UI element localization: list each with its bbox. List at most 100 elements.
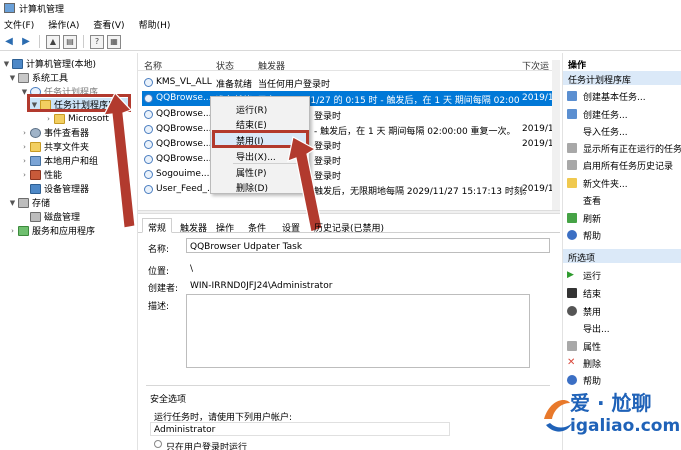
up-folder-icon[interactable]: ▲ bbox=[46, 34, 60, 49]
show-hide-tree-icon[interactable]: ▤ bbox=[63, 34, 77, 49]
action-new-folder[interactable]: 新文件夹... bbox=[567, 176, 628, 190]
context-menu-delete[interactable]: 删除(D) bbox=[211, 179, 309, 194]
tree-item-computer-management[interactable]: ▼ 计算机管理(本地) bbox=[2, 57, 96, 70]
forward-arrow-icon[interactable]: ▶ bbox=[19, 35, 33, 49]
tree-label: 磁盘管理 bbox=[44, 213, 81, 223]
column-next-run[interactable]: 下次运 bbox=[522, 59, 549, 72]
tree-label: 计算机管理(本地) bbox=[26, 60, 97, 70]
tab-triggers[interactable]: 触发器 bbox=[174, 218, 213, 234]
task-row[interactable]: QQBrowse... 登录时 bbox=[142, 152, 558, 167]
running-tasks-icon bbox=[567, 143, 577, 153]
actions-section-library[interactable]: 任务计划程序库 bbox=[563, 71, 681, 86]
context-menu-end[interactable]: 结束(E) bbox=[211, 116, 309, 131]
context-menu-export[interactable]: 导出(X)... bbox=[211, 148, 309, 163]
action-view[interactable]: 查看 bbox=[567, 193, 601, 207]
action-label: 创建基本任务... bbox=[583, 92, 646, 103]
back-arrow-icon[interactable]: ◀ bbox=[2, 35, 16, 49]
tab-general[interactable]: 常规 bbox=[142, 218, 173, 234]
action-properties[interactable]: 属性 bbox=[567, 339, 601, 353]
clock-icon bbox=[144, 78, 153, 87]
task-row[interactable]: QQBrowse... - 触发后，在 1 天 期间每隔 02:00:00 重复… bbox=[142, 122, 558, 137]
task-name: QQBrowse... bbox=[156, 124, 212, 134]
chevron-right-icon[interactable]: › bbox=[20, 143, 29, 151]
action-delete[interactable]: ✕ 删除 bbox=[567, 356, 601, 370]
action-import-task[interactable]: 导入任务... bbox=[567, 124, 628, 138]
action-label: 启用所有任务历史记录 bbox=[583, 161, 674, 172]
action-refresh[interactable]: 刷新 bbox=[567, 211, 601, 225]
tree-item-storage[interactable]: ▼ 存储 bbox=[8, 196, 50, 209]
action-label: 运行 bbox=[583, 271, 602, 282]
column-name[interactable]: 名称 bbox=[144, 59, 162, 72]
chevron-right-icon[interactable]: › bbox=[44, 115, 53, 123]
action-run[interactable]: ▶ 运行 bbox=[567, 268, 601, 282]
task-row[interactable]: Sogouime... 登录时 bbox=[142, 167, 558, 182]
context-menu-run[interactable]: 运行(R) bbox=[211, 101, 309, 116]
task-row[interactable]: QQBrowse... 登录时 2019/11 bbox=[142, 137, 558, 152]
task-trigger: 触发后，无限期地每隔 2029/11/27 15:17:13 时刻。 bbox=[314, 187, 532, 197]
clock-icon bbox=[144, 155, 153, 164]
help-icon[interactable]: ? bbox=[90, 34, 104, 49]
action-enable-history[interactable]: 启用所有任务历史记录 bbox=[567, 158, 673, 172]
help-icon bbox=[567, 230, 577, 240]
context-menu-properties[interactable]: 属性(P) bbox=[211, 164, 309, 179]
shared-folder-icon bbox=[30, 141, 41, 152]
task-row[interactable]: QQBrowse... 登录时 bbox=[142, 107, 558, 122]
action-disable[interactable]: 禁用 bbox=[567, 304, 601, 318]
chevron-down-icon[interactable]: ▼ bbox=[8, 199, 17, 207]
action-label: 显示所有正在运行的任务 bbox=[583, 144, 681, 155]
author-value: WIN-IRRND0JFJ24\Administrator bbox=[190, 281, 333, 291]
tree-label: 共享文件夹 bbox=[44, 143, 90, 153]
chevron-down-icon[interactable]: ▼ bbox=[2, 60, 11, 68]
description-field[interactable] bbox=[186, 294, 530, 368]
chevron-right-icon[interactable]: › bbox=[8, 227, 17, 235]
help-icon bbox=[567, 375, 577, 385]
radio-logged-on[interactable] bbox=[154, 440, 162, 448]
window-title: 计算机管理 bbox=[19, 4, 65, 15]
clock-icon bbox=[144, 185, 153, 194]
clock-icon bbox=[144, 170, 153, 179]
tree-item-event-viewer[interactable]: › 事件查看器 bbox=[20, 126, 89, 139]
chevron-right-icon[interactable]: › bbox=[20, 171, 29, 179]
tree-item-performance[interactable]: › 性能 bbox=[20, 168, 62, 181]
tree-item-device-manager[interactable]: 设备管理器 bbox=[29, 182, 89, 195]
tree-item-local-users[interactable]: › 本地用户和组 bbox=[20, 154, 98, 167]
chevron-down-icon[interactable]: ▼ bbox=[8, 74, 17, 82]
menu-help[interactable]: 帮助(H) bbox=[139, 18, 171, 31]
action-create-basic-task[interactable]: 创建基本任务... bbox=[567, 89, 646, 103]
tab-history[interactable]: 历史记录(已禁用) bbox=[308, 218, 390, 234]
tab-conditions[interactable]: 条件 bbox=[242, 218, 272, 234]
task-row-selected[interactable]: QQBrowse... 准备就绪 已在 2019/11/27 的 0:15 时 … bbox=[142, 91, 558, 106]
tab-settings[interactable]: 设置 bbox=[276, 218, 306, 234]
task-row[interactable]: KMS_VL_ALL 准备就绪 当任何用户登录时 bbox=[142, 75, 558, 90]
properties-icon[interactable]: ▦ bbox=[107, 34, 121, 49]
security-options-title: 安全选项 bbox=[150, 395, 187, 405]
menu-view[interactable]: 查看(V) bbox=[93, 18, 124, 31]
export-icon bbox=[567, 323, 577, 333]
chevron-right-icon[interactable]: › bbox=[20, 157, 29, 165]
column-trigger[interactable]: 触发器 bbox=[258, 59, 285, 72]
tree-label: Microsoft bbox=[68, 113, 109, 124]
toolbar-divider bbox=[39, 35, 40, 48]
tree-item-shared-folders[interactable]: › 共享文件夹 bbox=[20, 140, 89, 153]
tree-item-microsoft[interactable]: › Microsoft bbox=[44, 112, 109, 125]
task-list-scrollbar[interactable] bbox=[552, 60, 560, 210]
action-create-task[interactable]: 创建任务... bbox=[567, 107, 628, 121]
tree-item-services-apps[interactable]: › 服务和应用程序 bbox=[8, 224, 95, 237]
actions-section-selected[interactable]: 所选项 bbox=[563, 249, 681, 264]
tree-item-disk-management[interactable]: 磁盘管理 bbox=[29, 210, 80, 223]
chevron-right-icon[interactable]: › bbox=[20, 129, 29, 137]
action-label: 刷新 bbox=[583, 214, 602, 225]
pane-splitter[interactable] bbox=[138, 210, 560, 214]
stop-icon bbox=[567, 288, 577, 298]
task-row[interactable]: User_Feed_... 触发后，无限期地每隔 2029/11/27 15:1… bbox=[142, 182, 558, 197]
action-end[interactable]: 结束 bbox=[567, 286, 601, 300]
action-help-library[interactable]: 帮助 bbox=[567, 228, 601, 242]
action-label: 禁用 bbox=[583, 307, 602, 318]
column-status[interactable]: 状态 bbox=[216, 59, 234, 72]
tab-actions[interactable]: 操作 bbox=[210, 218, 240, 234]
action-show-running[interactable]: 显示所有正在运行的任务 bbox=[567, 141, 681, 155]
tree-item-system-tools[interactable]: ▼ 系统工具 bbox=[8, 71, 68, 84]
action-export[interactable]: 导出... bbox=[567, 321, 610, 335]
menu-file[interactable]: 文件(F) bbox=[4, 18, 34, 31]
menu-action[interactable]: 操作(A) bbox=[48, 18, 79, 31]
